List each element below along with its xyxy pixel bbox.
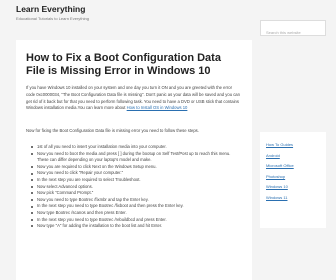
sidebar-categories: How To Guides Android Microsoft Office P… [260,132,326,228]
step-item: 1st of all you need to insert your insta… [26,144,242,151]
step-item: Now type "A" for adding the installation… [26,223,242,230]
step-item: In the next step you are required to sel… [26,177,242,184]
step-item: In the next step you need to type Bootre… [26,203,242,210]
category-link[interactable]: Photoshop [266,174,285,179]
category-item: How To Guides [260,140,326,151]
category-link[interactable]: Microsoft Office [266,163,294,168]
step-item: In the next step you need to type Bootre… [26,217,242,224]
step-item: Now pick "Command Prompt." [26,190,242,197]
step-item: Now you need to click "Repair your compu… [26,170,242,177]
search-input[interactable] [261,25,325,40]
category-link[interactable]: Android [266,153,280,158]
post-intro: If you have Windows 10 installed on your… [26,85,242,112]
category-link[interactable]: How To Guides [266,142,293,147]
steps-list: 1st of all you need to insert your insta… [26,144,242,230]
steps-intro: Now for fixing the Boot Configuration Da… [26,128,199,133]
step-item: Now type Bootrec /scanos and then press … [26,210,242,217]
step-item: Now you need to type Bootrec /fixmbr and… [26,197,242,204]
category-item: Android [260,151,326,162]
category-item: Windows 10 [260,182,326,193]
step-item: Now you are required to click Next on th… [26,164,242,171]
intro-link[interactable]: How to Install OS in Windows 10 [127,105,188,110]
category-item: Microsoft Office [260,161,326,172]
category-item: Photoshop [260,172,326,183]
step-item: Now select Advanced options. [26,184,242,191]
site-title[interactable]: Learn Everything [16,4,85,14]
article-card: How to Fix a Boot Configuration Data Fil… [16,40,252,280]
category-link[interactable]: Windows 11 [266,195,288,200]
step-item: Now you need to boot the media and press… [26,151,242,164]
category-item: Windows 11 [260,193,326,204]
sidebar-search [260,20,326,40]
post-title: How to Fix a Boot Configuration Data Fil… [26,52,221,77]
site-tagline: Educational Tutorials to Learn Everythin… [16,16,89,21]
category-link[interactable]: Windows 10 [266,184,288,189]
category-list: How To Guides Android Microsoft Office P… [260,132,326,203]
